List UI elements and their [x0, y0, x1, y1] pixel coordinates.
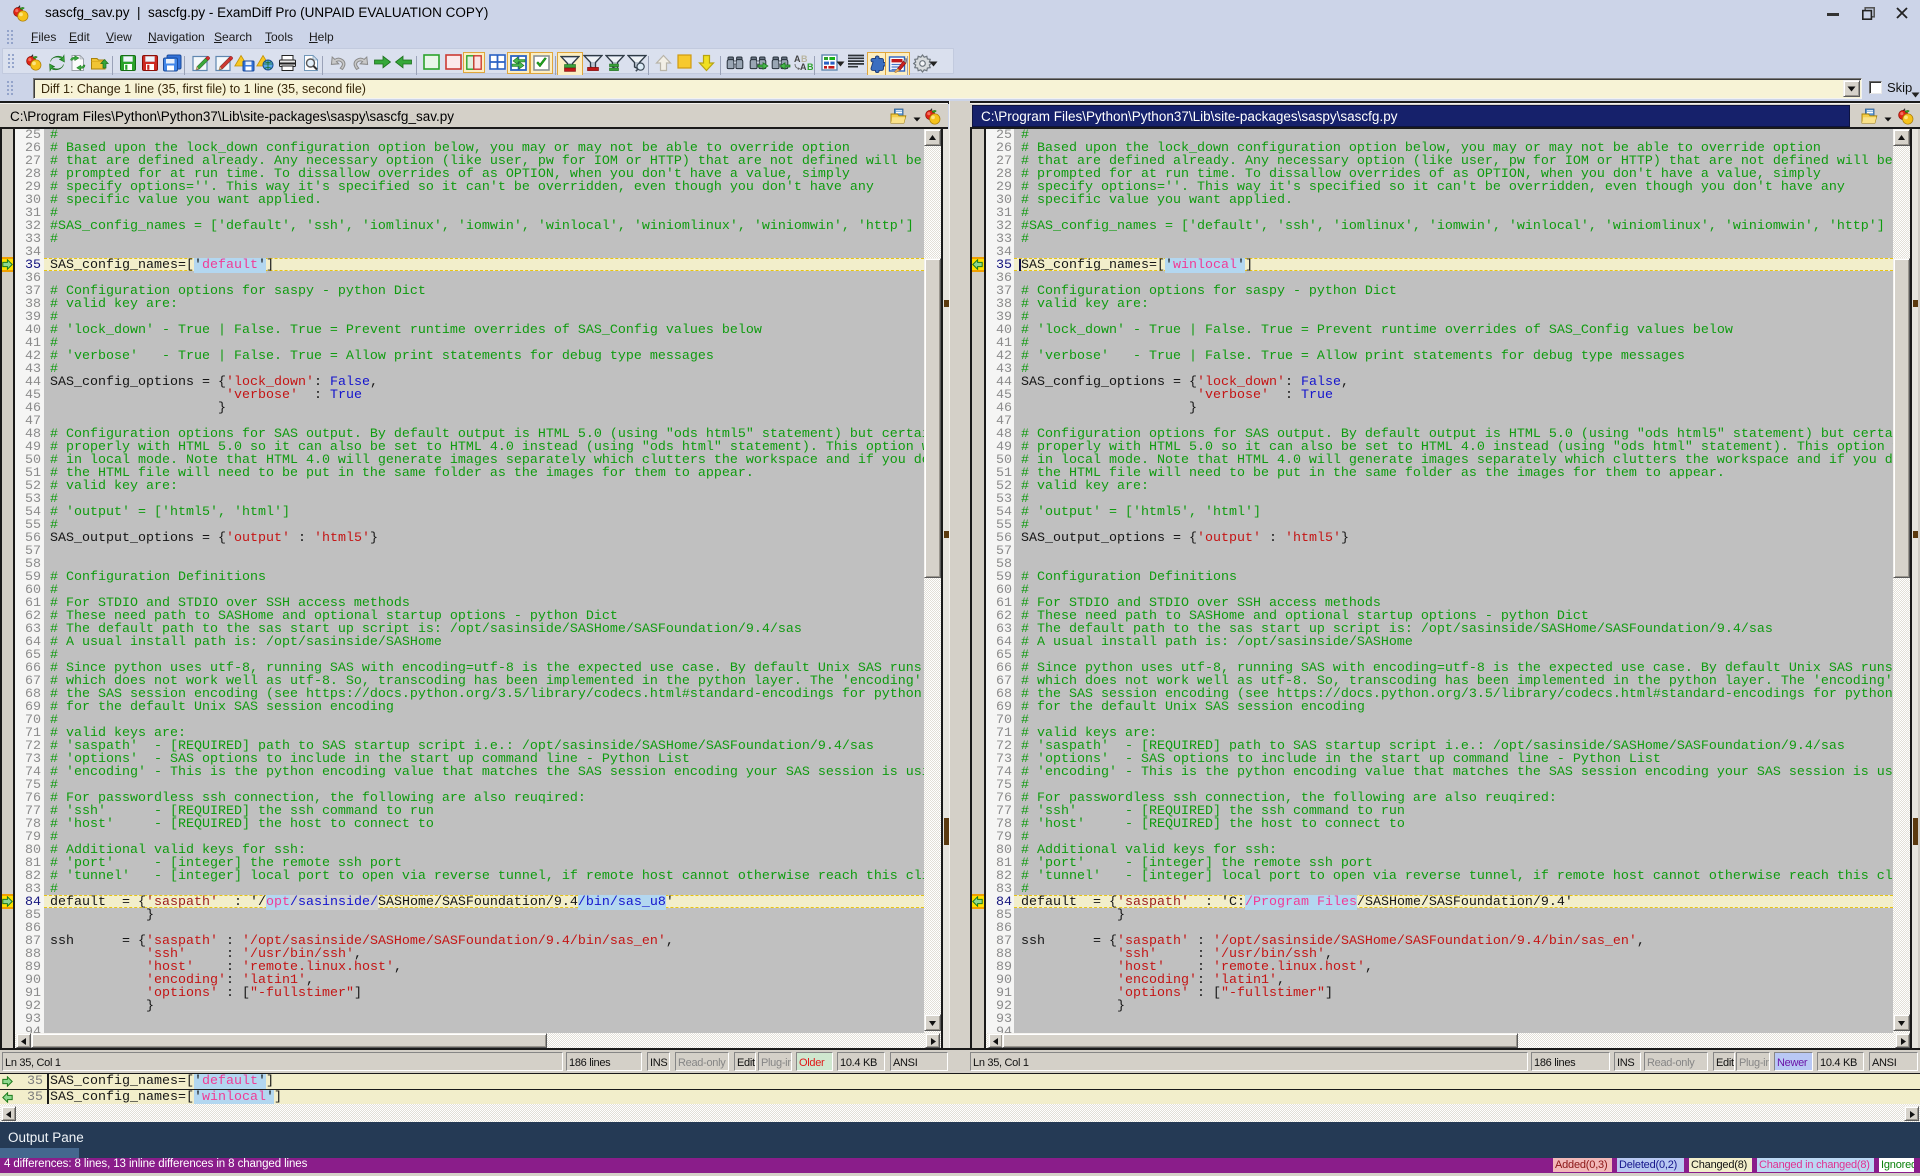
svg-text:B: B — [807, 62, 813, 71]
svg-text:A: A — [800, 62, 807, 71]
